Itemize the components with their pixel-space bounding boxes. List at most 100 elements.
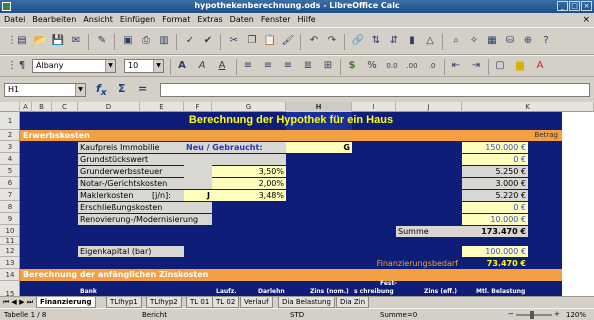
tab-finanzierung[interactable]: Finanzierung (36, 297, 96, 308)
select-all-corner[interactable] (0, 102, 20, 112)
menu-datei[interactable]: Datei (0, 13, 28, 24)
find-replace-icon[interactable]: ⌕ (448, 33, 464, 49)
save-icon[interactable]: 💾 (50, 33, 66, 49)
minimize-button[interactable]: _ (557, 1, 568, 11)
tab-dia-belastung[interactable]: Dia Belastung (278, 297, 335, 308)
open-icon[interactable]: 📂 (32, 33, 48, 49)
clone-formatting-icon[interactable]: 🖌 (280, 33, 296, 49)
formula-input[interactable] (160, 83, 590, 97)
row-header[interactable]: 12 (0, 245, 19, 257)
percent-maklerkosten[interactable]: 3,48% (212, 190, 286, 201)
align-right-icon[interactable]: ≡ (280, 58, 296, 74)
status-page-style[interactable]: Bericht (142, 311, 167, 319)
percent-notarkosten[interactable]: 2,00% (212, 178, 286, 189)
insert-chart-icon[interactable]: ▮ (404, 33, 420, 49)
merge-cells-icon[interactable]: ⊞ (320, 58, 336, 74)
paste-icon[interactable]: 📋 (262, 33, 278, 49)
row-header[interactable]: 10 (0, 225, 19, 237)
italic-icon[interactable]: A (194, 58, 210, 74)
row-header[interactable]: 11 (0, 237, 19, 245)
column-header-a[interactable]: A (20, 102, 32, 112)
zoom-in-icon[interactable]: + (554, 310, 560, 318)
borders-icon[interactable]: ▢ (492, 58, 508, 74)
font-color-icon[interactable]: A (532, 58, 548, 74)
standard-format-icon[interactable]: 0.0 (384, 58, 400, 74)
row-header[interactable]: 3 (0, 141, 19, 153)
column-header-b[interactable]: B (32, 102, 52, 112)
currency-format-icon[interactable]: $ (344, 58, 360, 74)
tab-tlihyp1[interactable]: TLIhyp1 (106, 297, 142, 308)
tab-tl02[interactable]: TL 02 (212, 297, 240, 308)
maximize-button[interactable]: □ (569, 1, 580, 11)
row-header[interactable]: 7 (0, 189, 19, 201)
row-header[interactable]: 9 (0, 213, 19, 225)
row-header[interactable]: 4 (0, 153, 19, 165)
column-header-h[interactable]: H (286, 102, 352, 112)
menu-fenster[interactable]: Fenster (257, 13, 294, 24)
menu-format[interactable]: Format (158, 13, 193, 24)
row-header[interactable]: 14 (0, 269, 19, 281)
chevron-down-icon[interactable]: ▼ (153, 60, 163, 72)
menu-extras[interactable]: Extras (193, 13, 225, 24)
styles-formatting-icon[interactable]: ¶ (14, 58, 30, 74)
tab-verlauf[interactable]: Verlauf (240, 297, 273, 308)
menu-ansicht[interactable]: Ansicht (79, 13, 116, 24)
status-zoom[interactable]: 120% (566, 311, 586, 319)
align-left-icon[interactable]: ≡ (240, 58, 256, 74)
autospellcheck-icon[interactable]: ✔ (200, 33, 216, 49)
decrease-indent-icon[interactable]: ⇤ (448, 58, 464, 74)
maklerkosten-flag[interactable]: J (184, 190, 212, 201)
sort-ascending-icon[interactable]: ⇅ (368, 33, 384, 49)
edit-file-icon[interactable]: ✎ (94, 33, 110, 49)
chevron-down-icon[interactable]: ▼ (75, 84, 85, 96)
cut-icon[interactable]: ✂ (226, 33, 242, 49)
spellcheck-icon[interactable]: ✓ (182, 33, 198, 49)
bold-icon[interactable]: A (174, 58, 190, 74)
data-sources-icon[interactable]: ⛁ (502, 33, 518, 49)
row-header[interactable]: 2 (0, 130, 19, 141)
spreadsheet-grid[interactable]: Berechnung der Hypothek für ein Haus Erw… (20, 112, 594, 296)
zoom-out-icon[interactable]: − (508, 310, 514, 318)
add-decimal-icon[interactable]: .00 (404, 58, 420, 74)
function-icon[interactable]: = (138, 82, 147, 98)
remove-decimal-icon[interactable]: .0 (424, 58, 440, 74)
row-header[interactable]: 8 (0, 201, 19, 213)
undo-icon[interactable]: ↶ (306, 33, 322, 49)
hyperlink-icon[interactable]: 🔗 (350, 33, 366, 49)
column-header-g[interactable]: G (212, 102, 286, 112)
tab-dia-zin[interactable]: Dia Zin (336, 297, 370, 308)
increase-indent-icon[interactable]: ⇥ (468, 58, 484, 74)
zoom-slider[interactable] (516, 314, 552, 316)
chevron-down-icon[interactable]: ▼ (105, 60, 115, 72)
neu-gebraucht-value[interactable]: G (286, 142, 352, 153)
show-draw-functions-icon[interactable]: △ (422, 33, 438, 49)
redo-icon[interactable]: ↷ (324, 33, 340, 49)
font-name-box[interactable]: Albany ▼ (32, 59, 116, 73)
function-wizard-icon[interactable]: fx (96, 82, 107, 98)
amount-kaufpreis[interactable]: 150.000 € (462, 142, 528, 153)
font-size-box[interactable]: 10 ▼ (124, 59, 164, 73)
close-window-button[interactable]: × (581, 1, 592, 11)
menu-daten[interactable]: Daten (226, 13, 257, 24)
sum-icon[interactable]: Σ (118, 82, 126, 98)
background-color-icon[interactable]: ▆ (512, 58, 528, 74)
zoom-slider-handle[interactable] (530, 311, 534, 319)
menu-bearbeiten[interactable]: Bearbeiten (28, 13, 79, 24)
row-header[interactable]: 6 (0, 177, 19, 189)
row-header[interactable]: 15 (0, 281, 19, 296)
column-header-c[interactable]: C (52, 102, 78, 112)
amount-grundstueckswert[interactable]: 0 € (462, 154, 528, 165)
print-icon[interactable]: ⎙ (138, 33, 154, 49)
help-icon[interactable]: ? (538, 33, 554, 49)
underline-icon[interactable]: A (214, 58, 230, 74)
menu-einfuegen[interactable]: Einfügen (116, 13, 158, 24)
menu-hilfe[interactable]: Hilfe (294, 13, 319, 24)
email-icon[interactable]: ✉ (68, 33, 84, 49)
print-preview-icon[interactable]: ▥ (156, 33, 172, 49)
amount-renovierung[interactable]: 10.000 € (462, 214, 528, 225)
tab-tl01[interactable]: TL 01 (186, 297, 214, 308)
justify-icon[interactable]: ≣ (300, 58, 316, 74)
sort-descending-icon[interactable]: ⇵ (386, 33, 402, 49)
row-header[interactable]: 5 (0, 165, 19, 177)
column-header-f[interactable]: F (184, 102, 212, 112)
